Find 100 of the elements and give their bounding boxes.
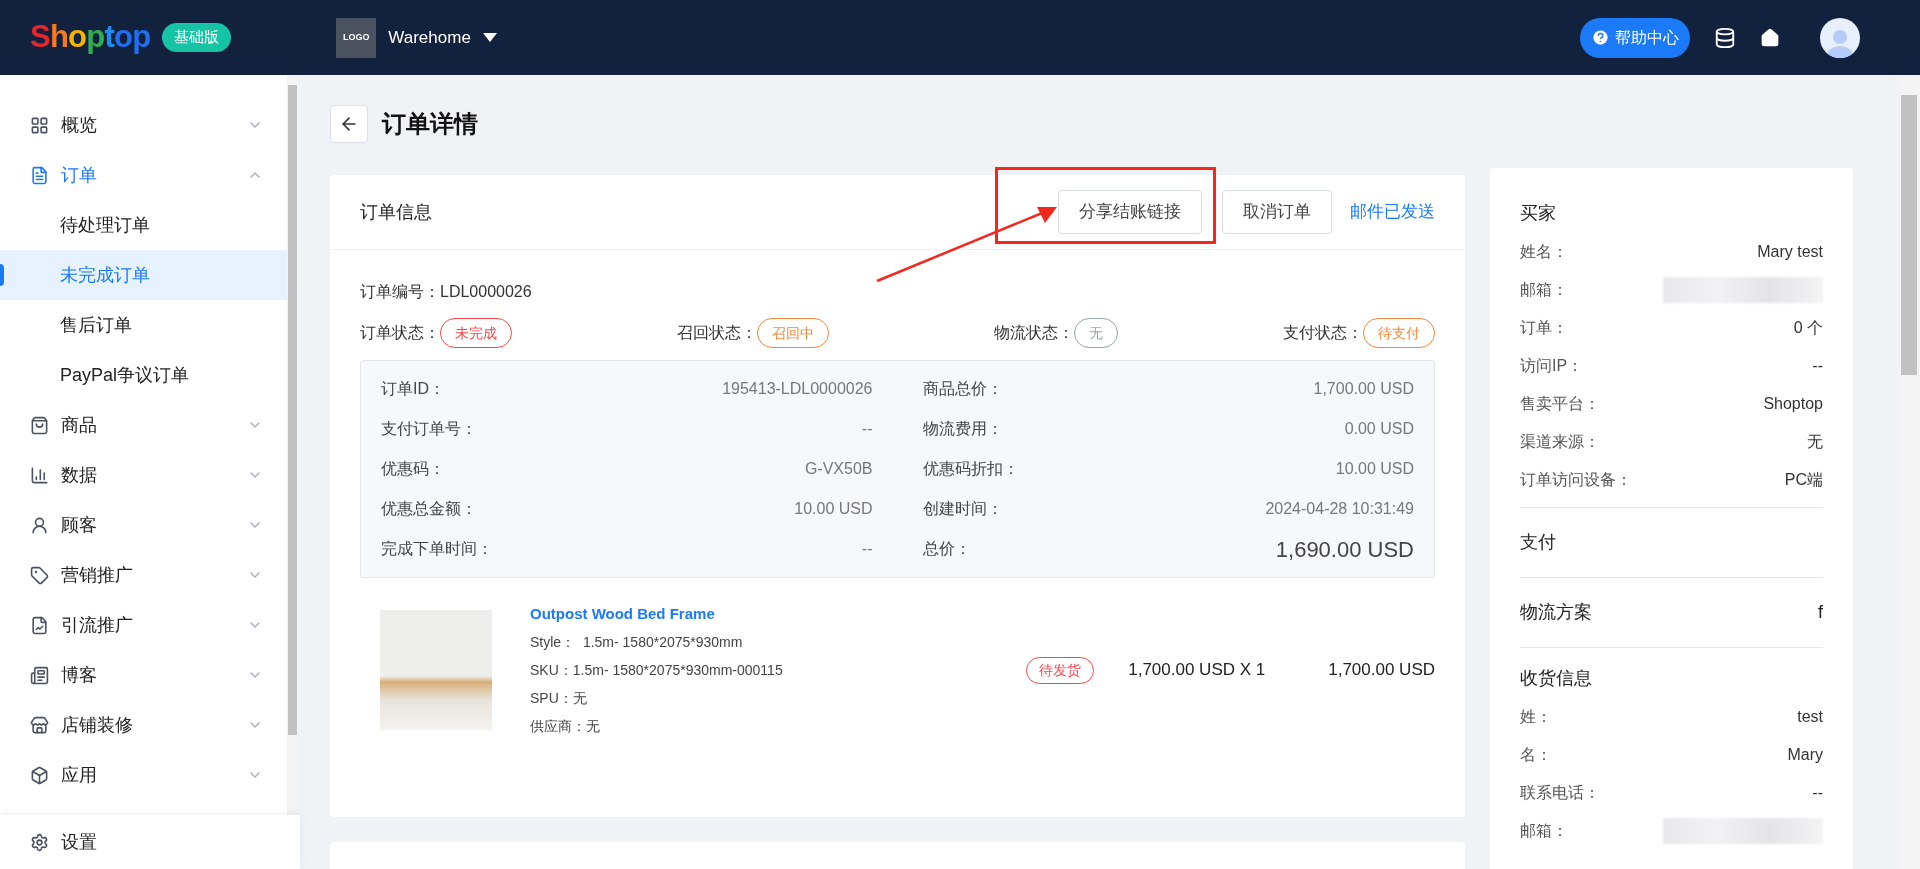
field-value: Mary test — [1757, 242, 1823, 262]
field-value: -- — [1812, 356, 1823, 376]
sidebar-subitem[interactable]: 未完成订单 — [0, 250, 287, 300]
detail-value: 0.00 USD — [1344, 419, 1414, 439]
sidebar-item[interactable]: 顾客 — [0, 500, 287, 550]
sidebar-subitem[interactable]: 售后订单 — [0, 300, 287, 350]
scrollbar-thumb[interactable] — [1901, 95, 1917, 375]
back-button[interactable] — [330, 105, 368, 143]
sidebar-item[interactable]: 博客 — [0, 650, 287, 700]
detail-label: 商品总价： — [922, 379, 1003, 399]
card-title: 订单信息 — [360, 200, 433, 224]
menu-icon — [30, 165, 49, 185]
sidebar-subitem[interactable]: PayPal争议订单 — [0, 350, 287, 400]
detail-label: 订单ID： — [381, 379, 445, 399]
store-logo: LOGO — [336, 17, 377, 58]
help-button[interactable]: 帮助中心 — [1580, 17, 1690, 58]
field-label: 姓： — [1520, 707, 1552, 727]
section-title: 支付 — [1520, 531, 1556, 554]
product-name-link[interactable]: Outpost Wood Bed Frame — [530, 600, 715, 628]
sidebar-item[interactable]: 概览 — [0, 100, 287, 150]
section-title: 收货信息 — [1520, 666, 1592, 690]
avatar[interactable] — [1820, 17, 1860, 58]
field-label: 姓名： — [1520, 242, 1568, 262]
sidebar-item[interactable]: 数据 — [0, 450, 287, 500]
email-status-link[interactable]: 邮件已发送 — [1350, 199, 1435, 225]
menu-icon — [30, 465, 49, 485]
settings-icon — [30, 832, 49, 852]
field-value: Mary — [1787, 745, 1823, 765]
menu-icon — [30, 765, 49, 785]
page-title: 订单详情 — [382, 109, 478, 139]
sidebar-item[interactable]: 店铺装修 — [0, 700, 287, 750]
home-icon[interactable] — [1760, 27, 1780, 48]
action-button[interactable]: 取消订单 — [1222, 190, 1332, 234]
detail-value: 10.00 USD — [1335, 459, 1414, 479]
detail-label: 优惠总金额： — [381, 499, 477, 519]
detail-value: 10.00 USD — [794, 499, 873, 519]
menu-icon — [30, 665, 49, 685]
sidebar-item[interactable]: 引流推广 — [0, 600, 287, 650]
field-label: 邮箱： — [1520, 280, 1568, 300]
detail-value: 2024-04-28 10:31:49 — [1265, 499, 1414, 519]
edition-badge: 基础版 — [162, 23, 232, 52]
field-label: 渠道来源： — [1520, 432, 1600, 452]
field-label: 联系电话： — [1520, 783, 1600, 803]
status-label: 订单状态： — [360, 323, 440, 343]
sidebar-item[interactable]: 营销推广 — [0, 550, 287, 600]
detail-label: 物流费用： — [922, 419, 1003, 439]
field-label: 访问IP： — [1520, 356, 1584, 376]
detail-label: 优惠码折扣： — [922, 459, 1019, 479]
status-label: 支付状态： — [1283, 323, 1363, 343]
field-label: 名： — [1520, 745, 1552, 765]
field-label: 订单访问设备： — [1520, 470, 1632, 490]
menu-icon — [30, 565, 49, 585]
sidebar-item[interactable]: 商品 — [0, 400, 287, 450]
field-value: PC端 — [1784, 470, 1823, 490]
detail-label: 创建时间： — [922, 499, 1003, 519]
product-attribute: 供应商：无 — [530, 717, 600, 736]
menu-icon — [30, 715, 49, 735]
detail-value: 195413-LDL0000026 — [722, 379, 873, 399]
field-label: 售卖平台： — [1520, 394, 1600, 414]
product-attribute: SKU：1.5m- 1580*2075*930mm-000115 — [530, 661, 783, 680]
sidebar-item[interactable]: 订单 — [0, 150, 287, 200]
detail-label: 支付订单号： — [381, 419, 477, 439]
section-title: 物流方案 — [1520, 601, 1592, 624]
field-value: -- — [1812, 783, 1823, 803]
line-total: 1,700.00 USD — [1328, 659, 1435, 682]
status-label: 物流状态： — [994, 323, 1074, 343]
detail-value: G-VX50B — [804, 459, 873, 479]
detail-value: -- — [861, 419, 873, 439]
sidebar-item[interactable]: 应用 — [0, 750, 287, 800]
detail-label: 总价： — [922, 539, 971, 559]
shipping-value: f — [1818, 601, 1823, 624]
field-value: 0 个 — [1793, 318, 1823, 338]
database-icon[interactable] — [1714, 26, 1736, 49]
detail-value: 1,700.00 USD — [1313, 379, 1414, 399]
caret-icon — [482, 33, 497, 42]
detail-label: 完成下单时间： — [381, 539, 493, 559]
menu-icon — [30, 415, 49, 435]
product-attribute: SPU：无 — [530, 689, 587, 708]
detail-value: 1,690.00 USD — [1275, 535, 1414, 564]
logo: Shoptop — [30, 18, 151, 57]
store-selector[interactable]: Warehome — [388, 24, 497, 51]
order-number: 订单编号：LDL0000026 — [360, 282, 532, 302]
action-button[interactable]: 分享结账链接 — [1058, 190, 1202, 234]
field-label: 邮箱： — [1520, 821, 1568, 841]
scrollbar-thumb[interactable] — [288, 85, 297, 735]
detail-label: 优惠码： — [381, 459, 445, 479]
settings-item[interactable]: 设置 — [0, 815, 300, 869]
detail-value: -- — [861, 539, 873, 559]
help-icon — [1591, 28, 1610, 47]
field-value: Shoptop — [1763, 394, 1823, 414]
sidebar-subitem[interactable]: 待处理订单 — [0, 200, 287, 250]
status-label: 召回状态： — [677, 323, 757, 343]
unit-price: 1,700.00 USD X 1 — [1128, 659, 1267, 682]
field-value: test — [1797, 707, 1823, 727]
field-label: 订单： — [1520, 318, 1568, 338]
field-value: 无 — [1807, 432, 1823, 452]
menu-icon — [30, 515, 49, 535]
menu-icon — [30, 115, 49, 135]
product-attribute: Style： 1.5m- 1580*2075*930mm — [530, 633, 743, 652]
section-title: 买家 — [1520, 201, 1556, 225]
